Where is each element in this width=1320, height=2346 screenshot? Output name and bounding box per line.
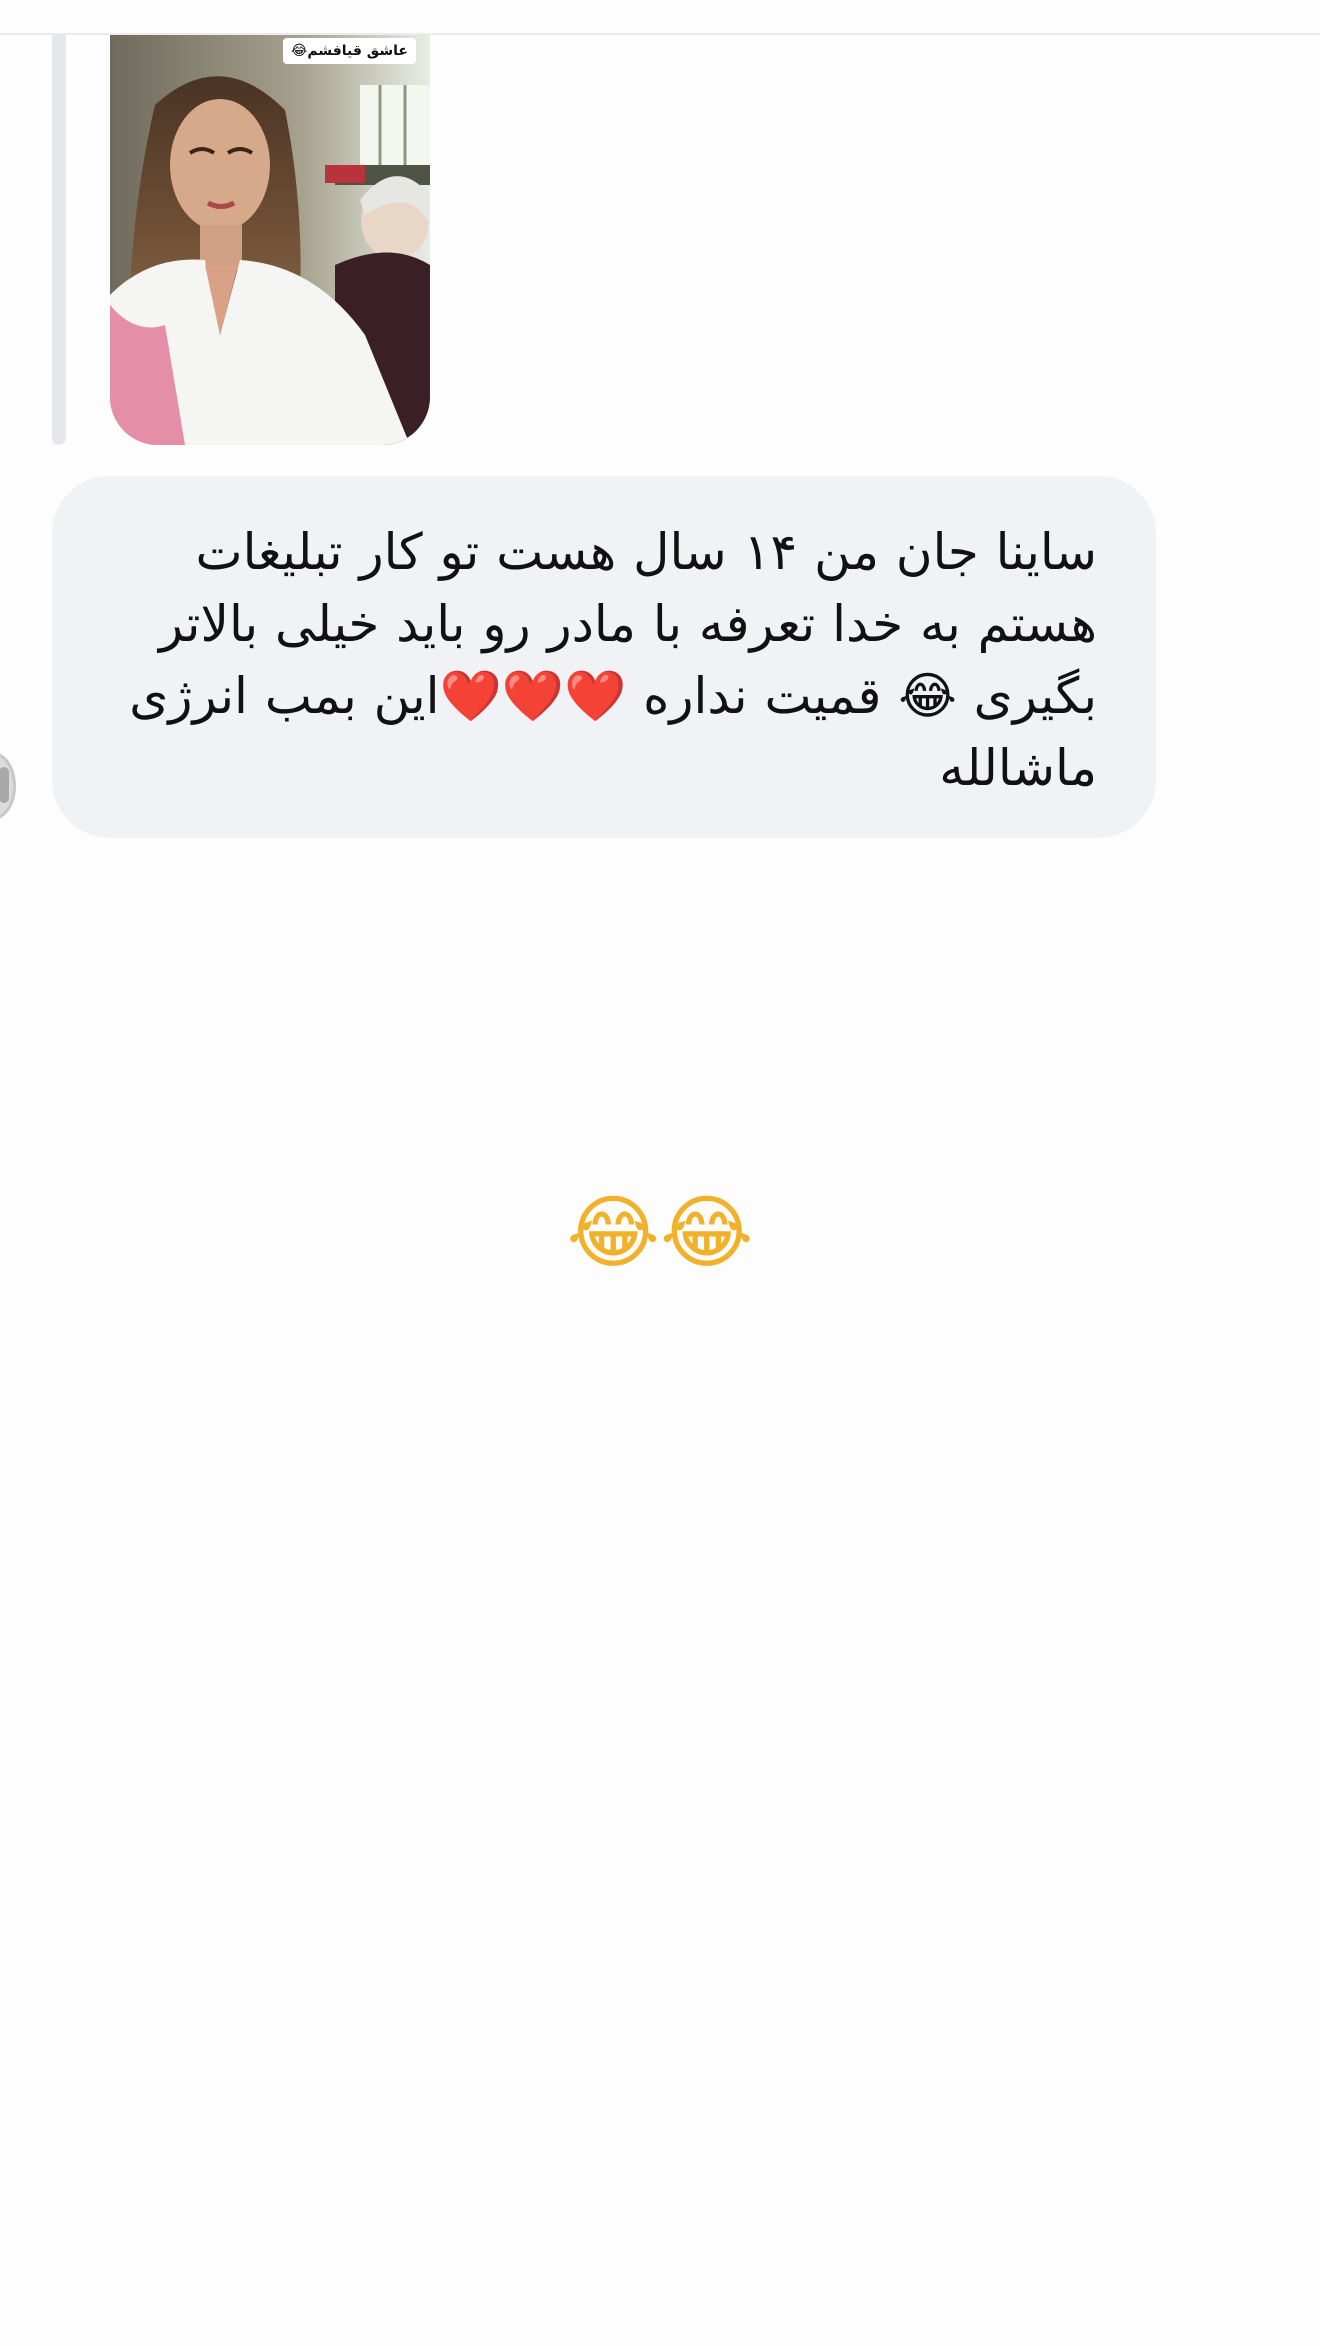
media-caption-sticker: عاشق قیافشم😂	[283, 38, 416, 64]
video-frame-illustration	[110, 35, 430, 445]
sender-avatar[interactable]	[0, 752, 16, 820]
emoji-reply-message[interactable]: 😂😂	[0, 1178, 1320, 1288]
message-bubble[interactable]: ساینا جان من ۱۴ سال هست تو کار تبلیغات ه…	[52, 476, 1156, 838]
shared-video-thumbnail[interactable]: عاشق قیافشم😂	[110, 35, 430, 445]
avatar-image	[0, 767, 9, 803]
reply-indicator-bar	[52, 35, 66, 445]
message-text: ساینا جان من ۱۴ سال هست تو کار تبلیغات ه…	[129, 523, 1097, 797]
